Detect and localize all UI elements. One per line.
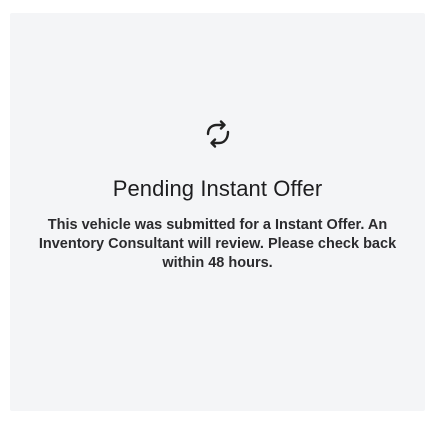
status-message: This vehicle was submitted for a Instant… bbox=[38, 217, 397, 271]
page-title: Pending Instant Offer bbox=[112, 176, 323, 201]
refresh-icon bbox=[201, 117, 235, 151]
pending-offer-panel: Pending Instant Offer This vehicle was s… bbox=[10, 13, 425, 411]
pending-offer-content: Pending Instant Offer This vehicle was s… bbox=[10, 117, 425, 273]
